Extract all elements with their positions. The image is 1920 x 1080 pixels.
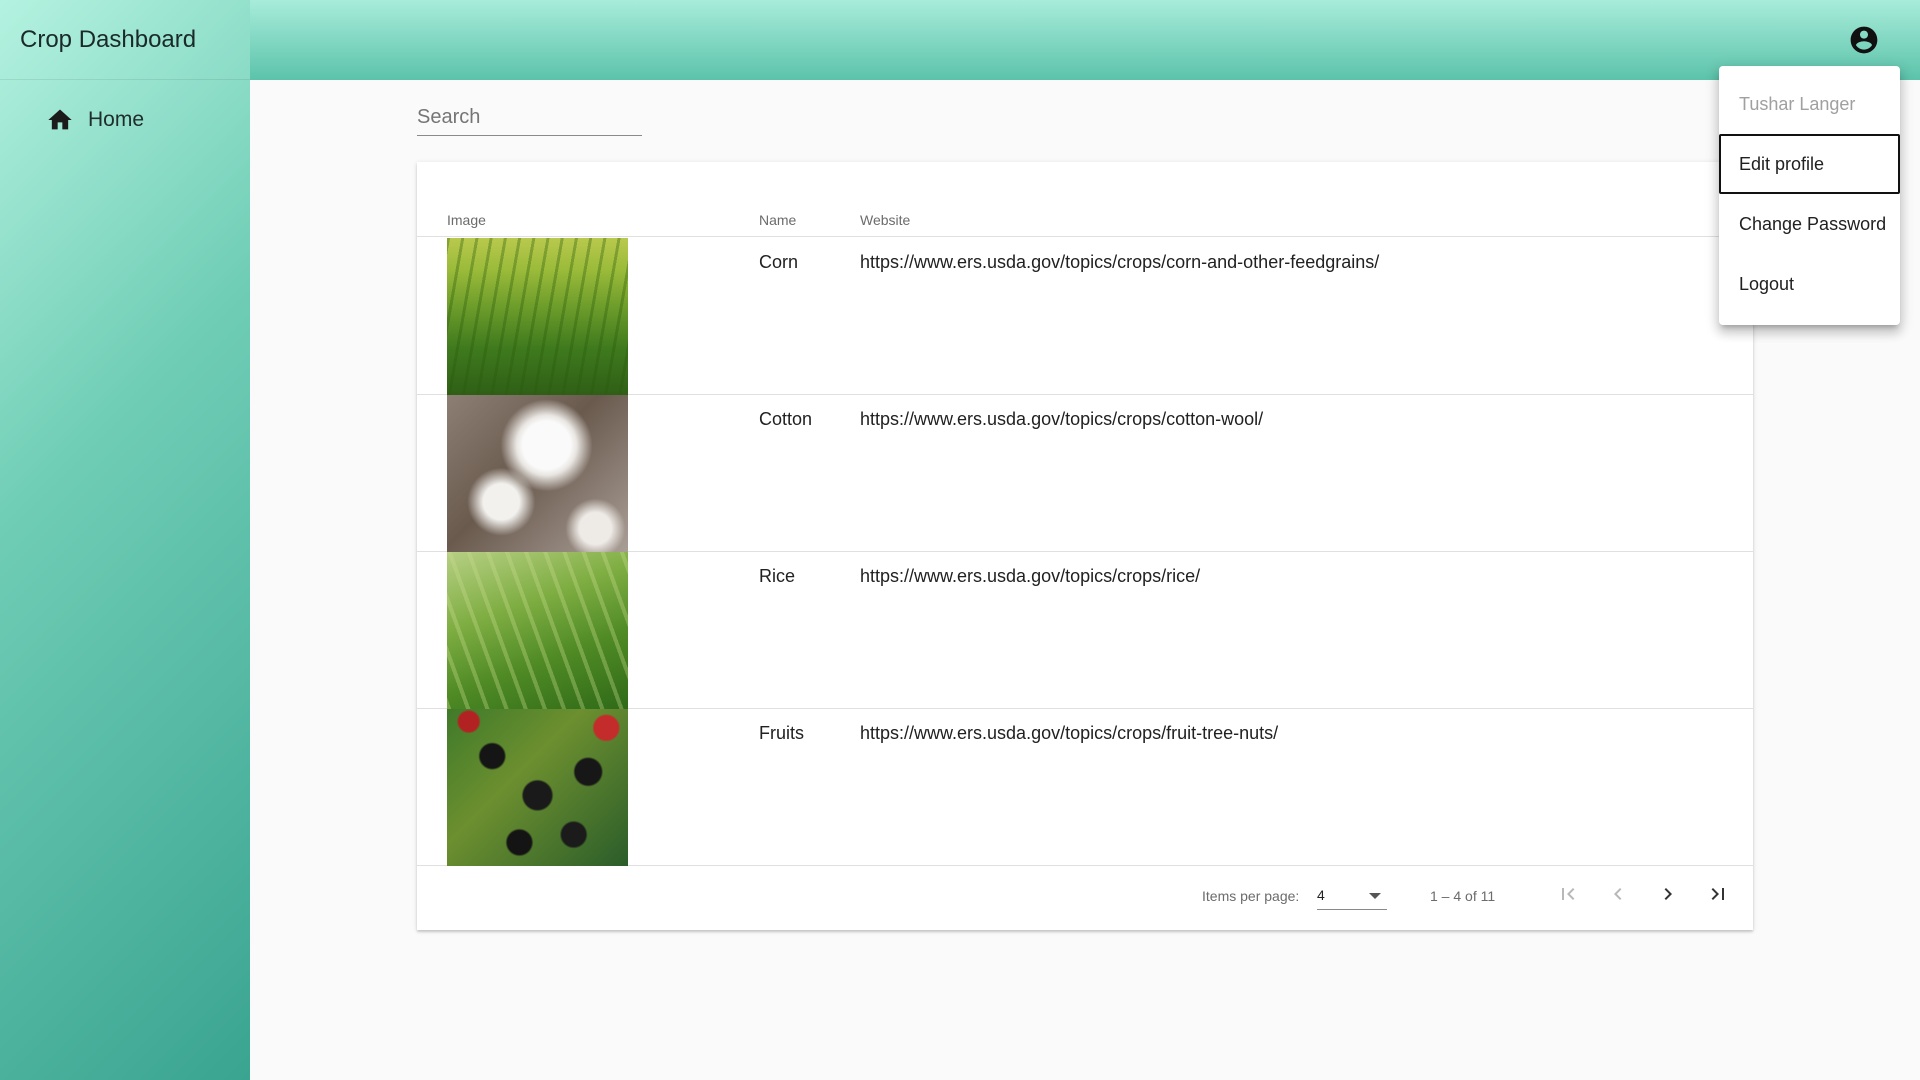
last-page-button[interactable] (1702, 880, 1734, 912)
sidebar: Crop Dashboard Home (0, 0, 250, 1080)
crop-name: Fruits (759, 723, 804, 743)
table-row: Cotton https://www.ers.usda.gov/topics/c… (417, 395, 1753, 552)
next-page-button[interactable] (1652, 880, 1684, 912)
menu-user-name: Tushar Langer (1739, 93, 1856, 114)
sidebar-item-label: Home (88, 108, 145, 131)
account-menu: Tushar Langer Edit profile Change Passwo… (1719, 66, 1900, 325)
last-page-icon (1706, 882, 1730, 911)
column-header-image[interactable]: Image (447, 212, 486, 228)
menu-item-logout[interactable]: Logout (1719, 254, 1900, 314)
blackberries-image (447, 709, 628, 866)
column-header-website[interactable]: Website (860, 212, 910, 228)
previous-page-button[interactable] (1602, 880, 1634, 912)
app-root: Crop Dashboard Home Image Name Website (0, 0, 1920, 1080)
crop-website: https://www.ers.usda.gov/topics/crops/ri… (860, 566, 1201, 586)
items-per-page-value: 4 (1317, 887, 1325, 903)
chevron-left-icon (1606, 882, 1630, 911)
dropdown-arrow-icon (1369, 893, 1381, 899)
crop-name: Rice (759, 566, 796, 586)
paginator: Items per page: 4 1 – 4 of 11 (417, 862, 1753, 930)
account-circle-icon (1848, 26, 1880, 60)
menu-item-edit-profile[interactable]: Edit profile (1719, 134, 1900, 194)
table-row: Fruits https://www.ers.usda.gov/topics/c… (417, 709, 1753, 866)
page-range-label: 1 – 4 of 11 (1430, 888, 1496, 904)
items-per-page-select[interactable]: 4 (1317, 882, 1387, 910)
app-title: Crop Dashboard (0, 0, 250, 80)
crop-name: Cotton (759, 409, 813, 429)
crop-website: https://www.ers.usda.gov/topics/crops/co… (860, 409, 1264, 429)
first-page-icon (1556, 882, 1580, 911)
table-header: Image Name Website (417, 207, 1753, 237)
top-toolbar (250, 0, 1920, 80)
crop-name: Corn (759, 252, 799, 272)
account-button[interactable] (1848, 24, 1880, 56)
column-header-name[interactable]: Name (759, 212, 796, 228)
search-input[interactable] (417, 100, 642, 136)
table-row: Rice https://www.ers.usda.gov/topics/cro… (417, 552, 1753, 709)
home-icon (46, 106, 74, 134)
chevron-right-icon (1656, 882, 1680, 911)
table-row: Corn https://www.ers.usda.gov/topics/cro… (417, 238, 1753, 395)
sidebar-item-home[interactable]: Home (0, 96, 250, 144)
crop-table-card: Image Name Website Corn https://www.ers.… (417, 162, 1753, 930)
crop-website: https://www.ers.usda.gov/topics/crops/fr… (860, 723, 1279, 743)
crop-website: https://www.ers.usda.gov/topics/crops/co… (860, 252, 1380, 272)
first-page-button[interactable] (1552, 880, 1584, 912)
rice-plant-image (447, 552, 628, 709)
cotton-boll-image (447, 395, 628, 552)
corn-field-image (447, 238, 628, 395)
items-per-page-label: Items per page: (1202, 888, 1300, 904)
menu-item-change-password[interactable]: Change Password (1719, 194, 1900, 254)
